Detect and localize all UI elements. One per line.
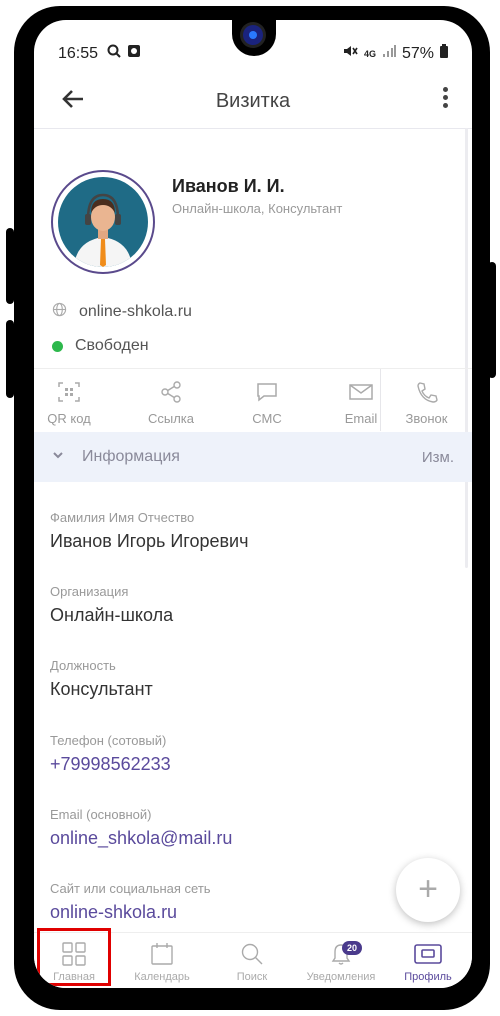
scrollbar[interactable] [465,128,468,568]
action-bar: QR код Ссылка СМС Email Звонок [34,368,472,431]
share-link-label: Ссылка [147,411,195,426]
nav-search-label: Поиск [236,971,268,983]
app-status-icon [127,45,141,62]
qr-code-label: QR код [47,411,91,426]
sms-button[interactable]: СМС [232,379,302,426]
field-value: Консультант [50,679,153,699]
field-phone: Телефон (сотовый) +79998562233 [50,733,171,775]
phone-link[interactable]: +79998562233 [50,754,171,775]
call-label: Звонок [405,411,448,426]
profile-card-icon [388,941,468,967]
search-status-icon [107,44,125,62]
nav-search[interactable]: Поиск [212,941,292,983]
globe-icon [52,302,67,322]
mute-icon [342,44,358,63]
profile-name: Иванов И. И. [172,176,285,196]
profile-subtitle: Онлайн-школа, Консультант [172,201,343,216]
page-title: Визитка [215,90,291,112]
status-time: 16:55 [58,45,99,62]
email-link[interactable]: online_shkola@mail.ru [50,828,232,849]
side-button-left-top [6,228,14,304]
field-label: Фамилия Имя Отчество [50,510,195,525]
website-row[interactable]: online-shkola.ru [52,302,192,322]
more-vert-icon[interactable] [440,84,450,112]
qr-icon [34,379,104,405]
front-camera [243,25,263,45]
nav-profile[interactable]: Профиль [388,941,468,983]
qr-code-button[interactable]: QR код [34,379,104,426]
nav-notifications-label: Уведомления [306,971,376,983]
field-website: Сайт или социальная сеть online-shkola.r… [50,881,211,923]
nav-profile-label: Профиль [404,971,452,983]
field-full-name: Фамилия Имя Отчество Иванов Игорь Игорев… [50,510,248,552]
field-label: Телефон (сотовый) [50,733,167,748]
info-section-title: Информация [82,448,180,465]
screen: 16:55 4G 57% Визитка Иванов И. И. Онлайн… [34,20,472,988]
edit-button[interactable]: Изм. [422,449,454,466]
sms-label: СМС [252,411,282,426]
network-type: 4G [363,48,376,59]
field-label: Должность [50,658,116,673]
website-link[interactable]: online-shkola.ru [79,303,192,321]
status-row: Свободен [52,337,149,355]
power-button [488,262,496,378]
app-bar: Визитка [34,78,472,124]
field-email: Email (основной) online_shkola@mail.ru [50,807,232,849]
highlight-box [37,928,111,986]
search-icon [212,941,292,967]
site-link[interactable]: online-shkola.ru [50,902,211,923]
side-button-left-bottom [6,320,14,398]
chevron-down-icon[interactable] [52,448,64,464]
bell-icon: 20 [300,941,382,967]
call-button[interactable]: Звонок [380,369,472,431]
plus-icon: + [418,870,438,908]
nav-calendar[interactable]: Календарь [122,941,202,983]
nav-calendar-label: Календарь [134,971,190,983]
nav-notifications[interactable]: 20 Уведомления [300,941,382,983]
share-icon [136,379,206,405]
battery-text: 57% [401,44,434,62]
field-label: Организация [50,584,129,599]
appbar-divider [34,128,472,129]
battery-icon [440,44,448,63]
field-label: Сайт или социальная сеть [50,881,211,896]
calendar-icon [122,941,202,967]
field-value: Иванов Игорь Игоревич [50,531,249,551]
consultant-avatar-icon [74,193,132,267]
field-value: Онлайн-школа [50,605,174,625]
add-fab-button[interactable]: + [396,858,460,922]
phone-icon [381,379,472,405]
field-label: Email (основной) [50,807,152,822]
notification-badge: 20 [342,941,362,955]
signal-icon [382,44,396,63]
avatar[interactable] [51,170,155,274]
field-position: Должность Консультант [50,658,153,700]
info-section-header[interactable]: Информация Изм. [34,432,472,482]
status-text: Свободен [75,337,149,354]
field-organization: Организация Онлайн-школа [50,584,173,626]
share-link-button[interactable]: Ссылка [136,379,206,426]
status-dot-icon [52,340,63,352]
sms-icon [232,379,302,405]
